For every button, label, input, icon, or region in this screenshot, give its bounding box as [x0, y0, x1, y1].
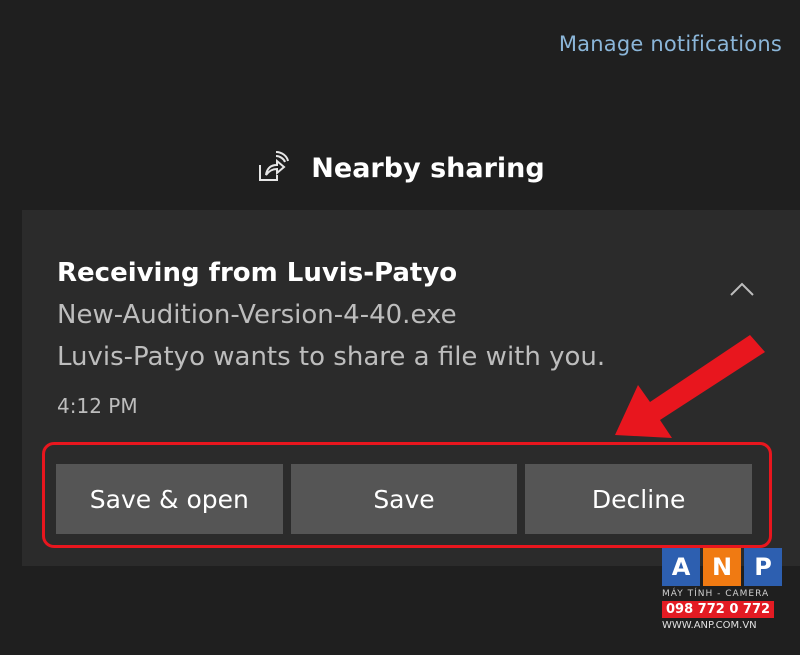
manage-notifications-link[interactable]: Manage notifications	[559, 32, 782, 56]
anp-watermark-logo: A N P MÁY TÍNH - CAMERA 098 772 0 772 WW…	[662, 548, 790, 648]
save-button[interactable]: Save	[290, 464, 518, 534]
watermark-subtitle: MÁY TÍNH - CAMERA	[662, 589, 770, 599]
watermark-letter-a: A	[662, 548, 700, 586]
notification-toast[interactable]: Receiving from Luvis-Patyo New-Audition-…	[22, 210, 800, 566]
decline-button[interactable]: Decline	[525, 464, 753, 534]
save-and-open-button[interactable]: Save & open	[56, 464, 283, 534]
toast-filename: New-Audition-Version-4-40.exe	[57, 300, 457, 330]
toast-timestamp: 4:12 PM	[57, 394, 138, 418]
nearby-sharing-icon	[255, 151, 290, 185]
watermark-letters: A N P	[662, 548, 790, 586]
notification-group-header: Nearby sharing	[0, 138, 800, 198]
toast-title: Receiving from Luvis-Patyo	[57, 258, 458, 288]
watermark-letter-n: N	[703, 548, 741, 586]
watermark-phone: 098 772 0 772	[662, 601, 775, 618]
toast-actions: Save & open Save Decline	[56, 464, 753, 534]
group-title: Nearby sharing	[311, 152, 545, 184]
watermark-letter-p: P	[744, 548, 782, 586]
collapse-toast-button[interactable]	[722, 274, 762, 304]
action-center: Manage notifications Nearby sharing Rece…	[0, 0, 800, 655]
watermark-site: WWW.ANP.COM.VN	[662, 620, 757, 631]
chevron-up-icon	[730, 282, 754, 296]
toast-message: Luvis-Patyo wants to share a file with y…	[57, 342, 606, 372]
